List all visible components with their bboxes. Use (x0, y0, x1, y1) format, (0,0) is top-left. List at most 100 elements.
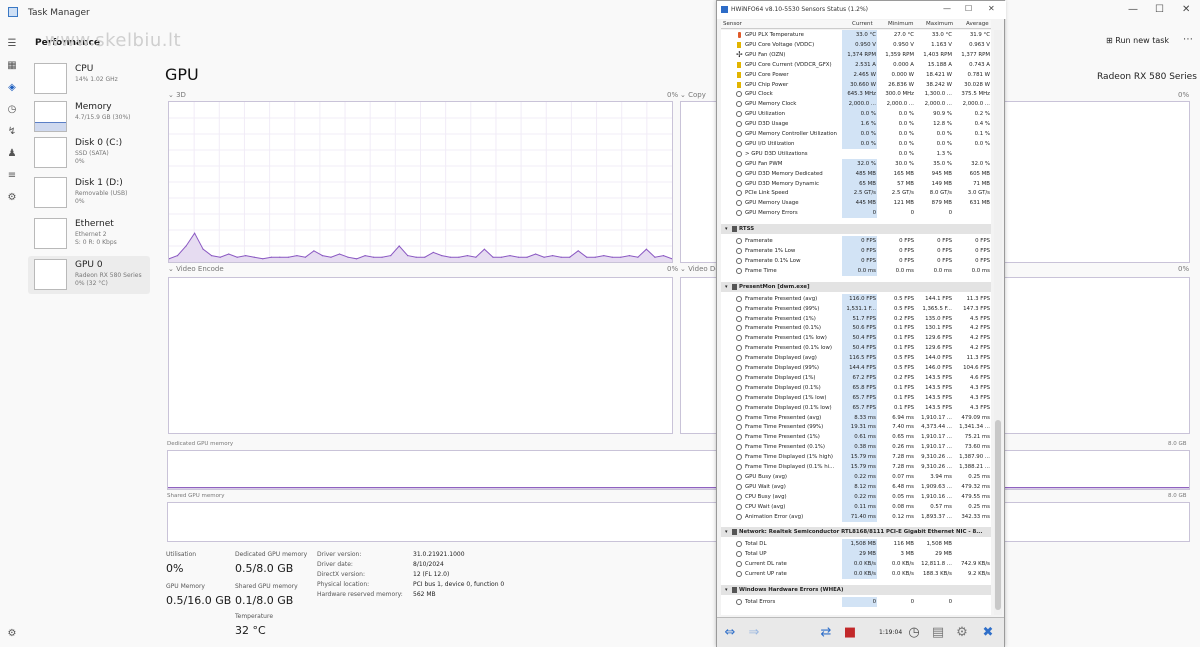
navigate-arrows-icon[interactable]: ⇒ (745, 624, 763, 642)
sensor-row[interactable]: GPU PLX Temperature 33.0 °C 27.0 °C 33.0… (721, 30, 991, 40)
collapse-icon[interactable]: ▾ (725, 587, 728, 593)
performance-icon[interactable]: ◈ (6, 82, 18, 94)
sensor-row[interactable]: Frame Time Displayed (0.1% hi... 15.79 m… (721, 462, 991, 472)
sensor-row[interactable]: Framerate Displayed (0.1% low) 65.7 FPS … (721, 402, 991, 413)
app-history-icon[interactable]: ◷ (6, 104, 18, 116)
sensor-row[interactable]: GPU Memory Usage 445 MB 121 MB 879 MB 63… (721, 198, 991, 209)
processes-icon[interactable]: ▦ (6, 60, 18, 72)
sensor-row[interactable]: GPU Wait (avg) 8.12 ms 6.48 ms 1,909.63 … (721, 481, 991, 492)
network-sensors-icon[interactable]: ⇄ (817, 624, 835, 642)
sensor-row[interactable]: Framerate Presented (avg) 116.0 FPS 0.5 … (721, 293, 991, 304)
collapse-icon[interactable]: ▾ (725, 226, 728, 232)
col-sensor[interactable]: Sensor (723, 21, 742, 27)
report-icon[interactable]: ▤ (929, 624, 947, 642)
details-icon[interactable]: ≡ (6, 170, 18, 182)
sensor-row[interactable]: GPU Core Power 2.465 W 0.000 W 18.421 W … (721, 69, 991, 80)
hamburger-icon[interactable]: ☰ (6, 38, 18, 50)
device-item-disk-0-c[interactable]: Disk 0 (C:) SSD (SATA) 0% (28, 134, 150, 172)
sensor-row[interactable]: GPU Chip Power 30.660 W 26.836 W 38.242 … (721, 79, 991, 90)
sensor-group-header[interactable]: ▾ RTSS (721, 224, 991, 235)
sensor-row[interactable]: Framerate 0.1% Low 0 FPS 0 FPS 0 FPS 0 F… (721, 255, 991, 266)
sensor-row[interactable]: Framerate Displayed (1%) 67.2 FPS 0.2 FP… (721, 372, 991, 383)
logging-icon[interactable]: ■ (841, 624, 859, 642)
col-minimum[interactable]: Minimum (888, 21, 914, 27)
sensor-row[interactable]: Current DL rate 0.0 KB/s 0.0 KB/s 12,811… (721, 559, 991, 570)
sensor-row[interactable]: Animation Error (avg) 71.40 ms 0.12 ms 1… (721, 511, 991, 522)
sensor-row[interactable]: GPU Memory Controller Utilization 0.0 % … (721, 129, 991, 139)
sensor-row[interactable]: GPU D3D Usage 1.6 % 0.0 % 12.8 % 0.4 % (721, 119, 991, 130)
device-item-gpu-0[interactable]: GPU 0 Radeon RX 580 Series 0% (32 °C) (28, 256, 150, 294)
sensor-row[interactable]: > GPU D3D Utilizations 0.0 % 1.3 % (721, 149, 991, 159)
sensor-row[interactable]: GPU Memory Clock 2,000.0 ... 2,000.0 ...… (721, 99, 991, 110)
sensor-row[interactable]: Frame Time Presented (avg) 8.33 ms 6.94 … (721, 412, 991, 423)
more-options-icon[interactable]: ⋯ (1183, 34, 1193, 45)
sensor-row[interactable]: Total DL 1,508 MB 116 MB 1,508 MB (721, 539, 991, 550)
sensor-row[interactable]: GPU Clock 645.3 MHz 300.0 MHz 1,300.0 ..… (721, 89, 991, 100)
sensor-row[interactable]: GPU Utilization 0.0 % 0.0 % 90.9 % 0.2 % (721, 109, 991, 120)
sensor-row[interactable]: GPU I/O Utilization 0.0 % 0.0 % 0.0 % 0.… (721, 138, 991, 149)
device-item-disk-1-d[interactable]: Disk 1 (D:) Removable (USB) 0% (28, 174, 150, 212)
hwinfo-minimize-button[interactable]: — (943, 4, 951, 13)
device-item-memory[interactable]: Memory 4.7/15.9 GB (30%) (28, 98, 150, 136)
users-icon[interactable]: ♟ (6, 148, 18, 160)
scrollbar-thumb[interactable] (995, 420, 1001, 610)
sensor-row[interactable]: Frame Time Displayed (1% high) 15.79 ms … (721, 452, 991, 463)
minimize-button[interactable]: — (1128, 4, 1138, 15)
sensor-row[interactable]: GPU Busy (avg) 0.22 ms 0.07 ms 3.94 ms 0… (721, 471, 991, 482)
sensor-row[interactable]: GPU Core Current (VDDCR_GFX) 2.531 A 0.0… (721, 59, 991, 70)
sensor-row[interactable]: Framerate 1% Low 0 FPS 0 FPS 0 FPS 0 FPS (721, 246, 991, 256)
sensor-row[interactable]: Frame Time Presented (0.1%) 0.38 ms 0.26… (721, 442, 991, 453)
sensor-row[interactable]: GPU D3D Memory Dedicated 485 MB 165 MB 9… (721, 168, 991, 179)
sensor-row[interactable]: Total UP 29 MB 3 MB 29 MB (721, 549, 991, 560)
sensor-row[interactable]: Framerate 0 FPS 0 FPS 0 FPS 0 FPS (721, 236, 991, 247)
sensor-row[interactable]: Framerate Displayed (0.1%) 65.8 FPS 0.1 … (721, 382, 991, 393)
col-current[interactable]: Current (852, 21, 873, 27)
graph-3d-label[interactable]: ⌄ 3D (168, 91, 186, 99)
sensor-row[interactable]: CPU Wait (avg) 0.11 ms 0.08 ms 0.57 ms 0… (721, 501, 991, 512)
sensor-group-header[interactable]: ▾ Windows Hardware Errors (WHEA) (721, 585, 991, 595)
sensor-row[interactable]: Frame Time Presented (1%) 0.61 ms 0.65 m… (721, 432, 991, 443)
sensor-row[interactable]: Framerate Displayed (99%) 144.4 FPS 0.5 … (721, 363, 991, 373)
sensor-group-header[interactable]: ▾ Network: Realtek Semiconductor RTL8168/… (721, 527, 991, 538)
run-new-task-button[interactable]: ⊞ Run new task (1106, 36, 1169, 45)
hwinfo-close-button[interactable]: ✕ (988, 4, 995, 13)
sensor-row[interactable]: PCIe Link Speed 2.5 GT/s 2.5 GT/s 8.0 GT… (721, 188, 991, 199)
maximize-button[interactable]: ☐ (1155, 4, 1164, 15)
graph-copy-label[interactable]: ⌄ Copy (680, 91, 706, 99)
sensor-scrollbar[interactable] (994, 30, 1002, 615)
graph-video-encode-label[interactable]: ⌄ Video Encode (168, 265, 224, 273)
sensor-row[interactable]: GPU D3D Memory Dynamic 65 MB 57 MB 149 M… (721, 178, 991, 189)
settings-gear-icon[interactable]: ⚙ (953, 624, 971, 642)
collapse-icon[interactable]: ▾ (725, 529, 728, 535)
device-item-ethernet[interactable]: Ethernet Ethernet 2 S: 0 R: 0 Kbps (28, 215, 150, 253)
sensor-row[interactable]: GPU Fan PWM 32.0 % 30.0 % 35.0 % 32.0 % (721, 158, 991, 169)
sensor-row[interactable]: GPU Memory Errors 0 0 0 (721, 208, 991, 219)
sensor-row[interactable]: Framerate Presented (0.1%) 50.6 FPS 0.1 … (721, 323, 991, 334)
sensor-group-header[interactable]: ▾ PresentMon [dwm.exe] (721, 281, 991, 292)
device-item-cpu[interactable]: CPU 14% 1.02 GHz (28, 60, 150, 98)
sensor-row[interactable]: Framerate Presented (1% low) 50.4 FPS 0.… (721, 333, 991, 344)
sensor-row[interactable]: ✢ GPU Fan (OZN) 1,374 RPM 1,359 RPM 1,403… (721, 49, 991, 60)
col-maximum[interactable]: Maximum (926, 21, 953, 27)
sensor-row[interactable]: CPU Busy (avg) 0.22 ms 0.05 ms 1,910.16 … (721, 491, 991, 502)
settings-icon[interactable]: ⚙ (6, 628, 18, 640)
close-button[interactable]: ✕ (1182, 4, 1190, 15)
close-sensors-icon[interactable]: ✖ (979, 624, 997, 642)
sensor-row[interactable]: Total Errors 0 0 0 (721, 597, 991, 607)
collapse-icon[interactable]: ▾ (725, 284, 728, 290)
sensor-row[interactable]: Framerate Presented (99%) 1,531.1 F... 0… (721, 303, 991, 314)
sensor-row[interactable]: GPU Core Voltage (VDDC) 0.950 V 0.950 V … (721, 39, 991, 50)
sensor-row[interactable]: Frame Time Presented (99%) 19.31 ms 7.40… (721, 422, 991, 433)
expand-left-right-icon[interactable]: ⇔ (721, 624, 739, 642)
sensor-row[interactable]: Frame Time 0.0 ms 0.0 ms 0.0 ms 0.0 ms (721, 265, 991, 276)
col-average[interactable]: Average (966, 21, 989, 27)
graph-video-decode-label[interactable]: ⌄ Video De (680, 265, 720, 273)
sensor-row[interactable]: Framerate Displayed (1% low) 65.7 FPS 0.… (721, 392, 991, 403)
sensor-row[interactable]: Framerate Presented (1%) 51.7 FPS 0.2 FP… (721, 313, 991, 324)
sensor-row[interactable]: Framerate Presented (0.1% low) 50.4 FPS … (721, 343, 991, 354)
hwinfo-maximize-button[interactable]: ☐ (965, 4, 972, 13)
sensor-row[interactable]: Current UP rate 0.0 KB/s 0.0 KB/s 188.3 … (721, 569, 991, 580)
sensor-row[interactable]: Framerate Displayed (avg) 116.5 FPS 0.5 … (721, 353, 991, 364)
services-icon[interactable]: ⚙ (6, 192, 18, 204)
startup-apps-icon[interactable]: ↯ (6, 126, 18, 138)
